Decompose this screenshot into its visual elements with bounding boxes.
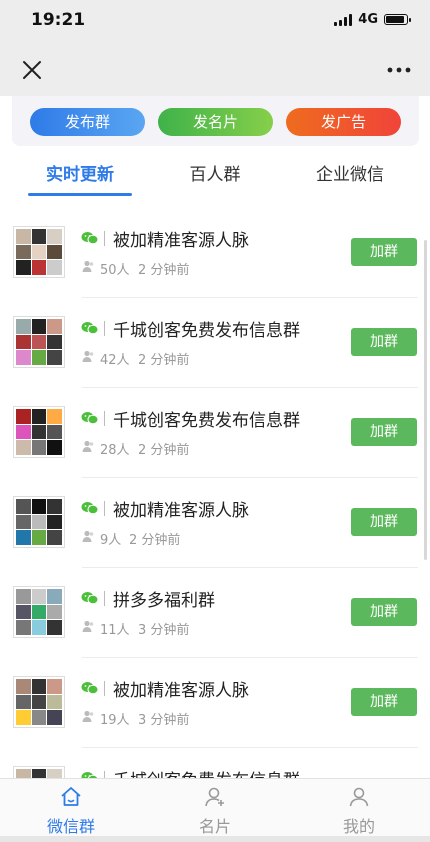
group-row: 千城创客免费发布信息群 28人 2 分钟前 加群	[0, 388, 430, 478]
close-button[interactable]	[20, 58, 44, 82]
bottom-tab-bar: 微信群 名片 我的	[0, 778, 430, 837]
wechat-icon	[81, 232, 99, 245]
group-row: 拼多多福利群 11人 3 分钟前 加群	[0, 568, 430, 658]
tab-realtime[interactable]: 实时更新	[28, 160, 132, 185]
members-icon	[82, 260, 94, 272]
wechat-icon	[81, 412, 99, 425]
network-type: 4G	[358, 12, 378, 27]
group-title: 千城创客免费发布信息群	[113, 411, 300, 431]
group-list[interactable]: 被加精准客源人脉 50人 2 分钟前 加群 千城创客免费发布信息群 42人 2 分钟前 加群千…	[0, 208, 430, 778]
group-avatar	[13, 316, 65, 368]
group-row: 被加精准客源人脉 9人 2 分钟前 加群	[0, 478, 430, 568]
group-avatar	[13, 586, 65, 638]
members-icon	[82, 530, 94, 542]
update-time: 2 分钟前	[138, 443, 190, 458]
group-title: 千城创客免费发布信息群	[113, 321, 300, 341]
update-time: 2 分钟前	[129, 533, 181, 548]
divider	[104, 501, 105, 516]
members-icon	[82, 350, 94, 362]
tab-enterprise-wechat[interactable]: 企业微信	[300, 160, 400, 185]
publish-ad-button[interactable]: 发广告	[286, 108, 401, 136]
status-bar: 19:21 4G	[0, 0, 430, 44]
group-avatar	[13, 226, 65, 278]
group-avatar	[13, 406, 65, 458]
members-icon	[82, 440, 94, 452]
group-title: 千城创客免费发布信息群	[113, 766, 300, 778]
close-icon	[23, 61, 41, 79]
more-icon	[387, 67, 411, 73]
update-time: 3 分钟前	[138, 713, 190, 728]
scrollbar[interactable]	[424, 240, 427, 560]
group-row: 被加精准客源人脉 50人 2 分钟前 加群	[0, 208, 430, 298]
category-tabs: 实时更新 百人群 企业微信	[0, 160, 430, 200]
bottom-tab-wechat-groups[interactable]: 微信群	[26, 785, 116, 837]
signal-icon	[334, 13, 353, 26]
person-icon	[349, 787, 369, 807]
member-count: 50人	[100, 263, 130, 278]
join-group-button[interactable]: 加群	[351, 598, 417, 626]
wechat-icon	[81, 322, 99, 335]
update-time: 3 分钟前	[138, 623, 190, 638]
wechat-icon	[81, 682, 99, 695]
group-avatar	[13, 766, 65, 778]
member-count: 9人	[100, 533, 122, 548]
group-title: 拼多多福利群	[113, 591, 215, 611]
member-count: 42人	[100, 353, 130, 368]
divider	[104, 681, 105, 696]
update-time: 2 分钟前	[138, 353, 190, 368]
group-title: 被加精准客源人脉	[113, 681, 249, 701]
active-tab-indicator	[28, 193, 132, 196]
divider	[104, 411, 105, 426]
bottom-tab-cards[interactable]: 名片	[170, 785, 260, 837]
home-indicator	[0, 836, 430, 842]
bottom-tab-mine[interactable]: 我的	[314, 785, 404, 837]
bottom-tab-label: 微信群	[46, 817, 95, 836]
action-card: 发布群 发名片 发广告	[12, 96, 419, 146]
group-title: 被加精准客源人脉	[113, 501, 249, 521]
member-count: 19人	[100, 713, 130, 728]
join-group-button[interactable]: 加群	[351, 328, 417, 356]
wechat-icon	[81, 772, 99, 778]
group-row: 千城创客免费发布信息群	[0, 748, 430, 778]
home-icon	[61, 787, 81, 806]
more-button[interactable]	[386, 60, 412, 80]
join-group-button[interactable]: 加群	[351, 688, 417, 716]
group-avatar	[13, 676, 65, 728]
tab-hundred-groups[interactable]: 百人群	[175, 160, 255, 185]
divider	[104, 591, 105, 606]
member-count: 11人	[100, 623, 130, 638]
member-count: 28人	[100, 443, 130, 458]
members-icon	[82, 620, 94, 632]
wechat-icon	[81, 592, 99, 605]
wechat-icon	[81, 502, 99, 515]
update-time: 2 分钟前	[138, 263, 190, 278]
divider	[104, 771, 105, 778]
group-title: 被加精准客源人脉	[113, 231, 249, 251]
status-indicators: 4G	[334, 12, 411, 27]
divider	[104, 231, 105, 246]
person-add-icon	[205, 787, 224, 807]
bottom-tab-label: 名片	[198, 817, 231, 836]
join-group-button[interactable]: 加群	[351, 508, 417, 536]
group-row: 被加精准客源人脉 19人 3 分钟前 加群	[0, 658, 430, 748]
bottom-tab-label: 我的	[342, 817, 375, 836]
join-group-button[interactable]: 加群	[351, 238, 417, 266]
group-avatar	[13, 496, 65, 548]
members-icon	[82, 710, 94, 722]
divider	[104, 321, 105, 336]
join-group-button[interactable]: 加群	[351, 418, 417, 446]
publish-card-button[interactable]: 发名片	[158, 108, 273, 136]
group-row: 千城创客免费发布信息群 42人 2 分钟前 加群	[0, 298, 430, 388]
publish-group-button[interactable]: 发布群	[30, 108, 145, 136]
nav-bar	[0, 44, 430, 96]
battery-icon	[384, 14, 411, 25]
status-time: 19:21	[31, 10, 86, 30]
